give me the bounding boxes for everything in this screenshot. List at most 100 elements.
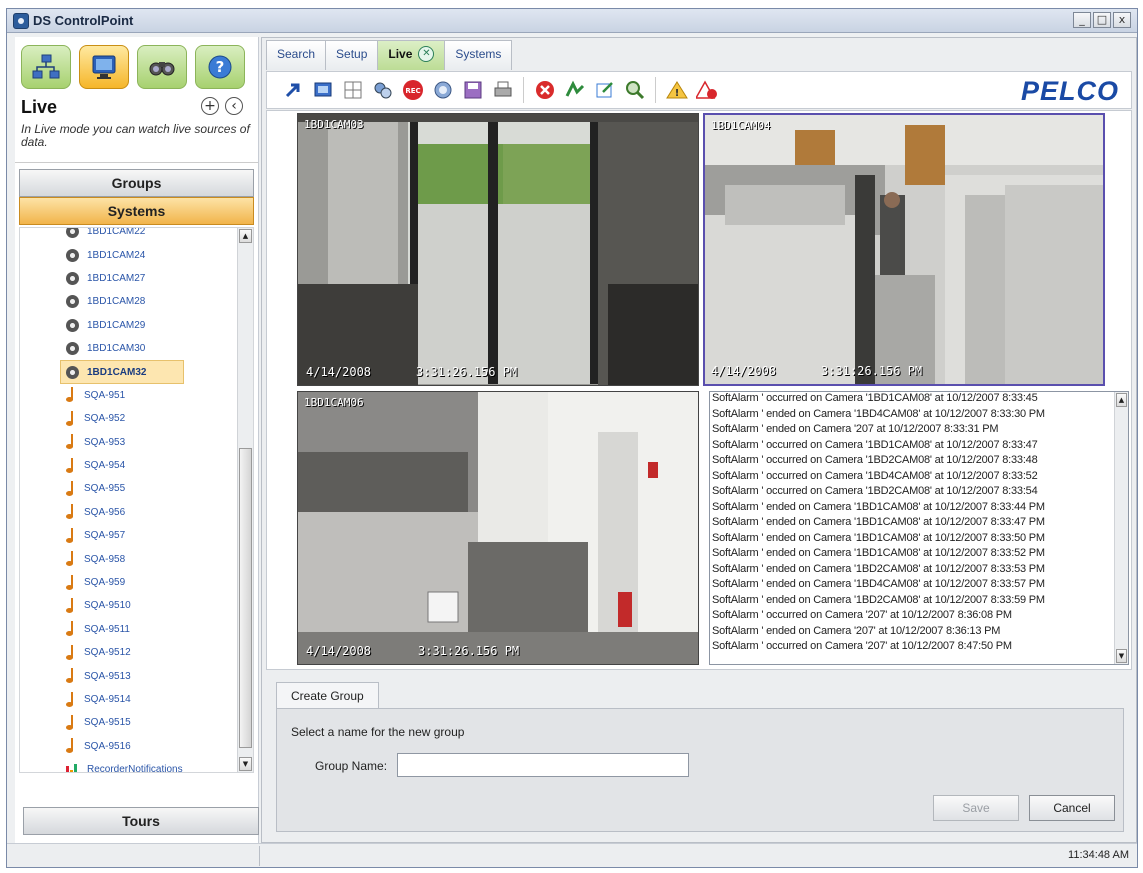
tree-item[interactable]: 1BD1CAM30 xyxy=(66,337,253,360)
snapshot-icon[interactable] xyxy=(431,79,454,102)
video-grid: 1BD1CAM03 4/14/2008 3:31:26.156 PM 1BD1C… xyxy=(266,110,1132,670)
route-icon[interactable] xyxy=(563,79,586,102)
log-entry: SoftAlarm ' ended on Camera '1BD2CAM08' … xyxy=(712,562,1045,575)
scroll-down-icon[interactable]: ▼ xyxy=(239,757,252,771)
alarm-log[interactable]: SoftAlarm ' occurred on Camera '1BD1CAM0… xyxy=(709,391,1129,665)
scroll-up-icon[interactable]: ▲ xyxy=(239,229,252,243)
tree-item[interactable]: 1BD1CAM28 xyxy=(66,290,253,313)
tree-item[interactable]: SQA-9512 xyxy=(66,641,253,664)
network-icon xyxy=(32,54,60,79)
scroll-thumb[interactable] xyxy=(239,448,252,748)
tree-item[interactable]: SQA-9515 xyxy=(66,711,253,734)
camera-tile-2[interactable]: 1BD1CAM04 4/14/2008 3:31:26.156 PM xyxy=(703,113,1105,386)
audio-icon xyxy=(66,691,76,708)
tree-item[interactable]: 1BD1CAM29 xyxy=(66,314,253,337)
tab-setup[interactable]: Setup xyxy=(325,40,379,70)
tree-item[interactable]: SQA-9513 xyxy=(66,664,253,687)
tree-item[interactable]: SQA-954 xyxy=(66,454,253,477)
network-mode-button[interactable] xyxy=(21,45,71,89)
help-icon: ? xyxy=(208,55,232,79)
tree-item[interactable]: SQA-955 xyxy=(66,477,253,500)
tree-item[interactable]: SQA-953 xyxy=(66,431,253,454)
tab-create-group[interactable]: Create Group xyxy=(276,682,379,708)
camera-icon xyxy=(66,342,79,356)
tree-item[interactable]: SQA-958 xyxy=(66,547,253,570)
camera-date: 4/14/2008 xyxy=(711,364,777,378)
chart-icon xyxy=(66,763,79,772)
tree-item[interactable]: SQA-951 xyxy=(66,384,253,407)
add-icon[interactable]: + xyxy=(201,97,219,115)
monitor-icon xyxy=(92,55,116,79)
tree-item-label: 1BD1CAM24 xyxy=(87,249,146,261)
mode-switcher: ? xyxy=(15,37,258,93)
collapse-icon[interactable]: ‹ xyxy=(225,97,243,115)
audio-icon xyxy=(66,574,76,591)
status-time: 11:34:48 AM xyxy=(1068,849,1129,861)
stop-icon[interactable] xyxy=(533,79,556,102)
tree-item[interactable]: SQA-959 xyxy=(66,571,253,594)
grid-layout-icon[interactable] xyxy=(341,79,364,102)
tree-item-label: 1BD1CAM29 xyxy=(87,319,146,331)
minimize-button[interactable]: _ xyxy=(1073,12,1091,28)
tree-item[interactable]: SQA-9516 xyxy=(66,735,253,758)
fullscreen-icon[interactable] xyxy=(311,79,334,102)
camera-tile-3[interactable]: 1BD1CAM06 4/14/2008 3:31:26.156 PM xyxy=(297,391,699,665)
log-entry: SoftAlarm ' ended on Camera '1BD1CAM08' … xyxy=(712,516,1045,528)
main-tabs: Search Setup Live ✕ Systems xyxy=(266,40,513,70)
title-bar[interactable]: DS ControlPoint _ □ x xyxy=(7,9,1137,33)
save-icon[interactable] xyxy=(461,79,484,102)
scroll-down-icon[interactable]: ▼ xyxy=(1116,649,1127,663)
record-icon[interactable]: REC xyxy=(401,79,424,102)
tab-close-icon[interactable]: ✕ xyxy=(418,46,435,62)
tree-item[interactable]: 1BD1CAM27 xyxy=(66,267,253,290)
group-name-input[interactable] xyxy=(397,753,689,777)
tree-item[interactable]: SQA-9514 xyxy=(66,688,253,711)
tab-search[interactable]: Search xyxy=(266,40,327,70)
tree-item[interactable]: SQA-952 xyxy=(66,407,253,430)
audio-icon xyxy=(66,527,76,544)
maximize-button[interactable]: □ xyxy=(1093,12,1111,28)
group-name-label: Group Name: xyxy=(315,759,388,773)
arrow-icon[interactable] xyxy=(281,79,304,102)
systems-tree: 1BD1CAM22 1BD1CAM24 1BD1CAM27 1BD1CAM28 1BD1… xyxy=(19,227,254,773)
groups-section-button[interactable]: Groups xyxy=(19,169,254,197)
tree-item[interactable]: 1BD1CAM22 xyxy=(66,228,253,243)
tree-item[interactable]: 1BD1CAM24 xyxy=(66,243,253,266)
camera-feed-3 xyxy=(298,392,698,664)
alarm-icon[interactable]: ! xyxy=(665,79,688,102)
camera-tile-1[interactable]: 1BD1CAM03 4/14/2008 3:31:26.156 PM xyxy=(297,113,699,386)
audio-icon xyxy=(66,551,76,567)
create-group-panel: Create Group Select a name for the new g… xyxy=(266,676,1132,838)
log-entry: SoftAlarm ' ended on Camera '1BD1CAM08' … xyxy=(712,531,1045,544)
search-mode-button[interactable] xyxy=(137,45,187,89)
save-button[interactable]: Save xyxy=(933,795,1019,821)
tree-item[interactable]: RecorderNotifications xyxy=(66,758,253,772)
tree-item-label: 1BD1CAM28 xyxy=(87,296,146,308)
log-scrollbar[interactable]: ▲ ▼ xyxy=(1114,392,1128,664)
audio-icon xyxy=(66,480,76,497)
close-button[interactable]: x xyxy=(1113,12,1131,28)
clear-alarm-icon[interactable] xyxy=(695,79,718,102)
zoom-icon[interactable] xyxy=(623,79,646,102)
tree-item[interactable]: 1BD1CAM32 xyxy=(60,360,184,384)
help-mode-button[interactable]: ? xyxy=(195,45,245,89)
tree-item[interactable]: SQA-957 xyxy=(66,524,253,547)
live-mode-button[interactable] xyxy=(79,45,129,89)
audio-icon xyxy=(66,621,76,637)
tree-item[interactable]: SQA-9510 xyxy=(66,594,253,617)
print-icon[interactable] xyxy=(491,79,514,102)
tree-item-label: SQA-959 xyxy=(84,577,126,589)
tree-scrollbar[interactable]: ▲ ▼ xyxy=(237,228,253,772)
scroll-up-icon[interactable]: ▲ xyxy=(1116,393,1127,407)
systems-section-button[interactable]: Systems xyxy=(19,197,254,225)
edit-icon[interactable] xyxy=(593,79,616,102)
tree-item[interactable]: SQA-956 xyxy=(66,501,253,524)
tree-item[interactable]: SQA-9511 xyxy=(66,618,253,641)
log-lines: SoftAlarm ' occurred on Camera '1BD1CAM0… xyxy=(710,392,1128,656)
camera-icon xyxy=(66,228,79,239)
tab-systems[interactable]: Systems xyxy=(444,40,513,70)
cancel-button[interactable]: Cancel xyxy=(1029,795,1115,821)
tours-section-button[interactable]: Tours xyxy=(23,807,259,835)
tab-live[interactable]: Live ✕ xyxy=(377,40,446,70)
connect-icon[interactable] xyxy=(371,79,394,102)
